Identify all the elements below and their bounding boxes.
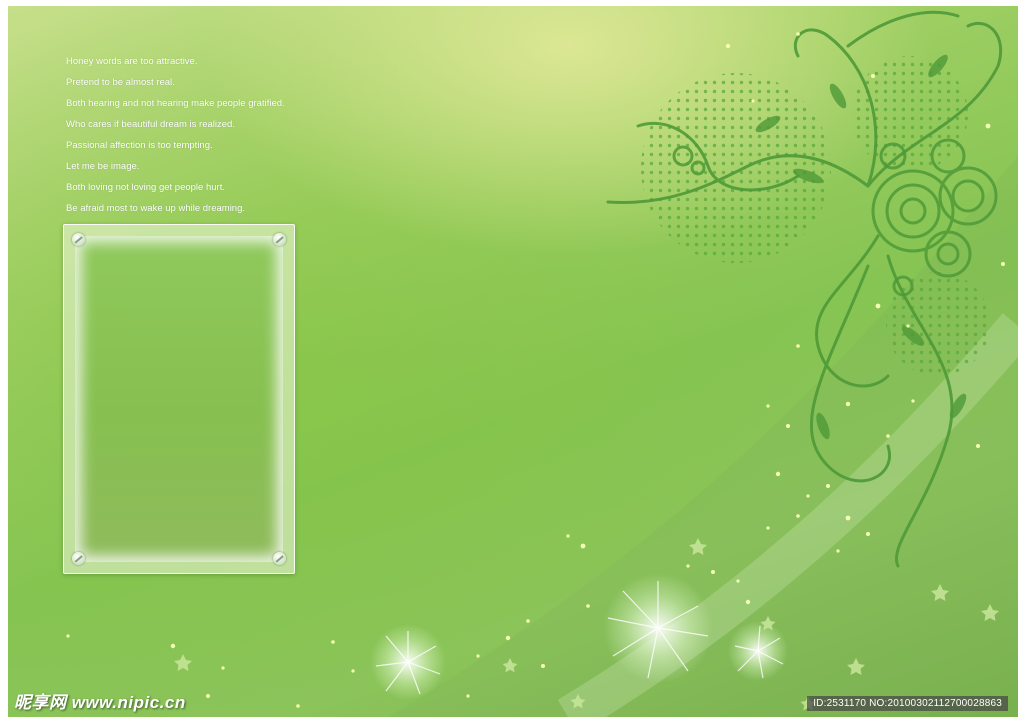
screw-icon (72, 552, 85, 565)
photo-placeholder (75, 236, 283, 562)
watermark-logo: 昵享网 www.nipic.cn (14, 693, 186, 712)
photo-frame (63, 224, 295, 574)
screw-icon (72, 233, 85, 246)
screw-icon (273, 233, 286, 246)
poem-line: Both hearing and not hearing make people… (66, 98, 285, 109)
poem-line: Pretend to be almost real. (66, 77, 175, 88)
poem-line: Who cares if beautiful dream is realized… (66, 119, 235, 130)
poem-line: Be afraid most to wake up while dreaming… (66, 203, 246, 214)
poem-line: Honey words are too attractive. (66, 56, 198, 67)
watermark-id: ID:2531170 NO:20100302112700028863 (807, 696, 1008, 711)
background-canvas: Honey words are too attractive. Pretend … (8, 6, 1018, 717)
poem-line: Let me be image. (66, 161, 140, 172)
poem-line: Passional affection is too tempting. (66, 140, 213, 151)
screw-icon (273, 552, 286, 565)
poem-text: Honey words are too attractive. Pretend … (66, 51, 285, 219)
poem-line: Both loving not loving get people hurt. (66, 182, 225, 193)
